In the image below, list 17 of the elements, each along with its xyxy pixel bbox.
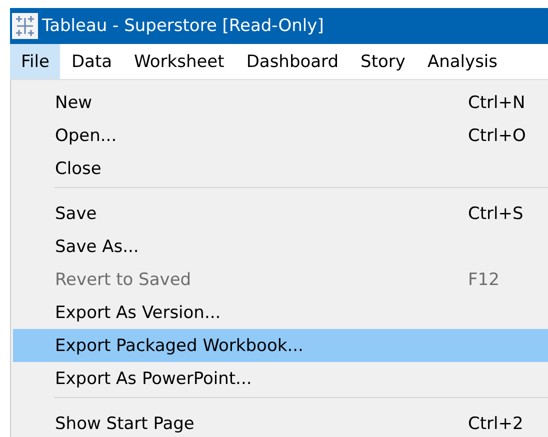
menu-bar-item[interactable]: Data xyxy=(60,44,124,79)
menu-item[interactable]: Open... Ctrl+O xyxy=(13,119,548,152)
menu-bar-item[interactable]: Dashboard xyxy=(235,44,350,79)
menu-item[interactable]: Save As... xyxy=(13,230,548,263)
menu-bar-item[interactable]: Story xyxy=(350,44,416,79)
menu-bar-item[interactable]: File xyxy=(10,44,60,79)
menu-item[interactable]: Export Packaged Workbook... xyxy=(13,329,548,362)
tableau-logo-icon xyxy=(12,13,38,39)
menu-item[interactable]: Show Start Page Ctrl+2 xyxy=(13,407,548,437)
menu-item[interactable]: New Ctrl+N xyxy=(13,86,548,119)
menu-item[interactable]: Export As Version... xyxy=(13,296,548,329)
menu-item[interactable]: Export As PowerPoint... xyxy=(13,362,548,395)
menu-bar-item[interactable]: Worksheet xyxy=(123,44,236,79)
menu-item[interactable]: Save Ctrl+S xyxy=(13,197,548,230)
menu-bar-item[interactable]: Analysis xyxy=(416,44,509,79)
menu-item[interactable]: Close xyxy=(13,152,548,185)
window-title: Tableau - Superstore [Read-Only] xyxy=(42,16,324,36)
